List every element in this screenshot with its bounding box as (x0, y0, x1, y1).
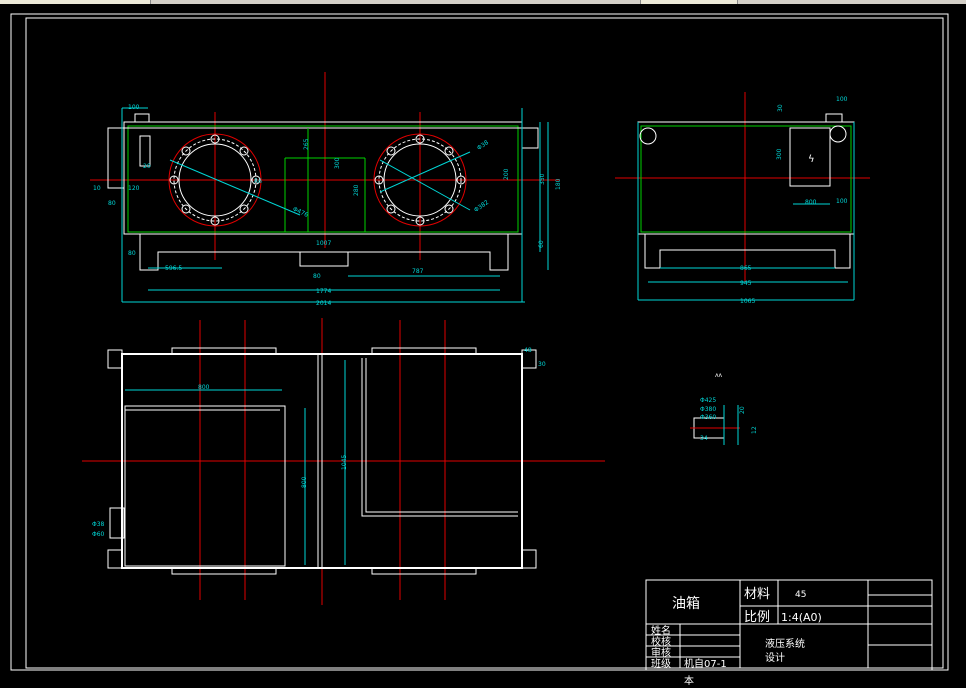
row-name: 姓名 (651, 624, 671, 637)
dim-1774: 1774 (316, 288, 331, 295)
row-review: 审核 (651, 646, 671, 659)
dim-180: 180 (555, 178, 562, 190)
class-value: 机自07-1 (684, 657, 727, 670)
dim-r6: R6 (254, 178, 262, 185)
inner-frame (25, 17, 944, 669)
dim-280: 280 (353, 184, 360, 196)
dim-787: 787 (412, 268, 424, 275)
dim-200: 200 (503, 168, 510, 180)
right-cover-leader-2 (379, 159, 471, 211)
dim-phi38: Φ38 (476, 139, 490, 152)
dim-120: 120 (128, 185, 140, 192)
front-level-gauge (139, 135, 151, 167)
dim-side-300: 300 (776, 148, 783, 160)
side-left-port (639, 127, 657, 145)
dim-80-base: 80 (313, 273, 321, 280)
side-breather (825, 113, 843, 123)
dim-plan-phi38: Φ38 (92, 521, 105, 528)
design-title-1: 液压系统 (765, 637, 805, 650)
scale-value: 1:4(A0) (781, 611, 822, 624)
front-right-fitting (521, 127, 539, 149)
dim-detail-phi380: Φ380 (700, 406, 716, 413)
dim-side-100: 100 (836, 96, 848, 103)
dim-plan-phi60: Φ60 (92, 531, 105, 538)
plan-corner-br (521, 549, 537, 569)
front-drain-block (299, 251, 349, 267)
plan-right-cover-2 (365, 358, 518, 513)
dim-plan-800: 800 (198, 384, 210, 391)
material-value: 45 (795, 590, 806, 600)
side-cover-mark: ϟ (808, 154, 815, 165)
design-title-2: 设计 (765, 651, 785, 664)
dim-detail-phi360: Φ360 (700, 414, 716, 421)
dim-detail-phi425: Φ425 (700, 397, 716, 404)
dim-detail-20: 20 (739, 406, 746, 414)
side-right-port (829, 125, 847, 143)
dim-265: 265 (303, 138, 310, 150)
plan-view: 800 1045 800 48 30 Φ38 Φ60 (82, 318, 605, 605)
dim-1065: 1065 (740, 298, 755, 305)
dim-detail-12: 12 (751, 426, 758, 434)
outer-frame (10, 13, 949, 671)
plan-left-cover (124, 405, 286, 567)
dim-20: 20 (143, 163, 151, 170)
plan-corner-bl (107, 549, 123, 569)
dim-plan-800v: 800 (301, 476, 308, 488)
dim-300: 300 (334, 157, 341, 169)
dim-60: 60 (538, 240, 545, 248)
front-tank-body (123, 121, 523, 235)
part-name: 油箱 (672, 596, 700, 612)
right-cover-leader (379, 151, 471, 193)
material-label: 材料 (744, 587, 770, 602)
dim-side-100b: 100 (836, 198, 848, 205)
front-breather (134, 113, 150, 123)
dim-80-leg: 80 (128, 250, 136, 257)
dim-100-top: 100 (128, 104, 140, 111)
dim-350: 350 (539, 173, 546, 185)
dim-596: 596.5 (165, 265, 182, 272)
dim-plan-30: 30 (538, 361, 546, 368)
side-base (644, 234, 851, 269)
dim-detail-34: 34 (700, 435, 708, 442)
detail-label: ᴧᴧ (715, 372, 723, 379)
side-view: ϟ 1065 865 945 100 30 300 800 100 (615, 92, 870, 305)
title-block: 油箱 材料 45 比例 1:4(A0) 液压系统 设计 姓名 校核 审核 班级 … (645, 579, 933, 687)
dim-side-800: 800 (805, 199, 817, 206)
dim-plan-1045: 1045 (341, 455, 348, 470)
dim-side-30: 30 (777, 104, 784, 112)
detail-view: ᴧᴧ Φ425 Φ380 Φ360 20 34 12 (690, 372, 758, 445)
class-value-cont: 本 (684, 674, 694, 687)
scale-label: 比例 (744, 610, 770, 625)
front-view: 2014 1774 1007 787 80 596.5 80 100 120 1… (90, 72, 562, 307)
dim-2014: 2014 (316, 300, 331, 307)
row-check: 校核 (651, 635, 671, 648)
dim-10: 10 (93, 185, 101, 192)
dim-945: 945 (740, 280, 752, 287)
side-tank-inner (640, 125, 852, 233)
plan-corner-tl (107, 349, 123, 369)
cad-drawing-canvas: 2014 1774 1007 787 80 596.5 80 100 120 1… (10, 13, 949, 687)
row-class: 班级 (651, 658, 671, 670)
dim-80-side: 80 (108, 200, 116, 207)
dim-plan-48: 48 (524, 347, 532, 354)
dim-865: 865 (740, 265, 752, 272)
dim-phi476: Φ476 (292, 206, 310, 219)
dim-1007: 1007 (316, 240, 331, 247)
dim-phi382: Φ382 (473, 199, 490, 214)
plan-right-cover (361, 358, 518, 517)
